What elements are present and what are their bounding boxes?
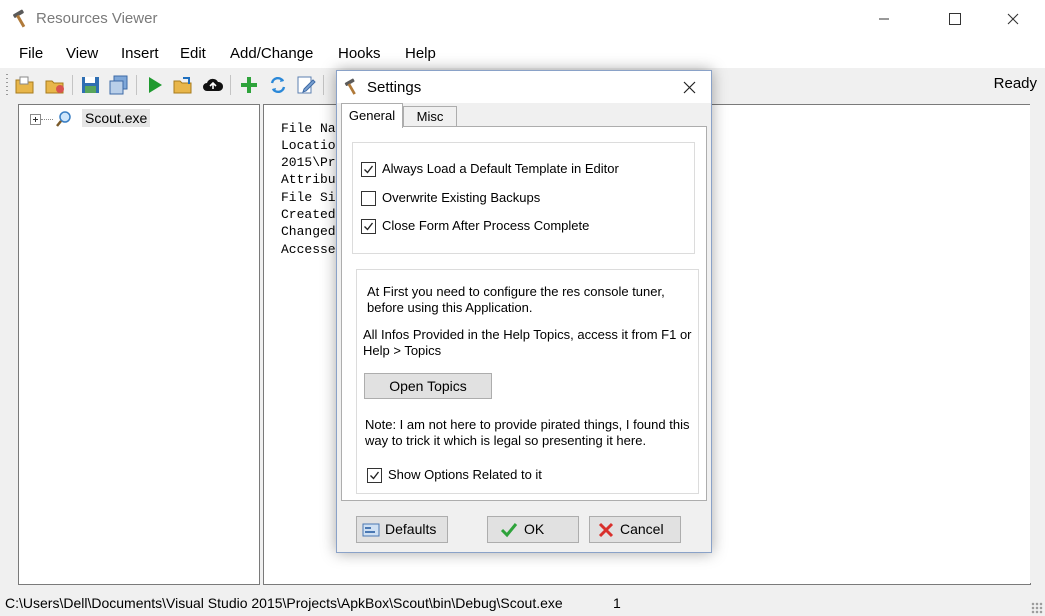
menu-view[interactable]: View (66, 45, 98, 62)
cancel-label: Cancel (620, 521, 664, 537)
defaults-label: Defaults (385, 521, 437, 537)
status-ready: Ready (993, 75, 1037, 92)
detail-line: Attribu (281, 172, 336, 187)
maximize-icon (949, 13, 961, 25)
menu-add-change[interactable]: Add/Change (230, 45, 313, 62)
menu-insert[interactable]: Insert (121, 45, 159, 62)
tab-misc[interactable]: Misc (403, 106, 457, 127)
option-label: Close Form After Process Complete (382, 218, 590, 233)
refresh-icon (270, 76, 286, 94)
add-button[interactable] (238, 74, 260, 96)
title-bar: Resources Viewer (0, 0, 1045, 38)
export-folder-icon (173, 77, 192, 94)
open-topics-button[interactable]: Open Topics (364, 373, 492, 399)
resource-tree[interactable]: Scout.exe (18, 104, 260, 585)
detail-line: File Na (281, 121, 336, 136)
save-button[interactable] (80, 74, 102, 96)
menu-edit[interactable]: Edit (180, 45, 206, 62)
tree-item-scout[interactable]: Scout.exe (82, 109, 151, 127)
settings-dialog: Settings General Misc Always Load a Defa… (336, 70, 712, 553)
upload-cloud-button[interactable] (202, 74, 224, 96)
option-label: Overwrite Existing Backups (382, 190, 541, 205)
menu-file[interactable]: File (19, 45, 43, 62)
close-icon (683, 81, 696, 94)
option-label: Show Options Related to it (388, 467, 542, 482)
note-text: Note: I am not here to provide pirated t… (365, 417, 690, 448)
toolbar-separator (72, 75, 73, 95)
tree-expand-toggle[interactable] (30, 114, 41, 125)
maximize-button[interactable] (932, 0, 978, 38)
menu-help[interactable]: Help (405, 45, 436, 62)
cancel-button[interactable]: Cancel (589, 516, 681, 543)
open-file-icon (45, 80, 64, 94)
defaults-button[interactable]: Defaults (356, 516, 448, 543)
checkmark-icon (500, 523, 518, 538)
checkmark-icon (364, 222, 374, 231)
add-icon (241, 77, 257, 93)
toolbar-separator (230, 75, 231, 95)
options-group: Always Load a Default Template in Editor… (352, 142, 695, 254)
magnifier-icon (56, 111, 71, 127)
tab-general-label: General (348, 108, 396, 123)
status-bar: C:\Users\Dell\Documents\Visual Studio 20… (0, 587, 1045, 616)
minimize-icon (879, 18, 889, 20)
save-as-button[interactable] (108, 74, 130, 96)
save-icon (82, 77, 99, 93)
checkbox[interactable] (361, 162, 376, 177)
cancel-icon (598, 522, 614, 538)
option-label: Always Load a Default Template in Editor (382, 161, 619, 176)
checkbox[interactable] (361, 191, 376, 206)
open-file-button[interactable] (44, 74, 66, 96)
menu-bar: File View Insert Edit Add/Change Hooks H… (0, 38, 1045, 68)
general-tab-panel: Always Load a Default Template in Editor… (341, 126, 707, 501)
detail-line: Accesse (281, 242, 336, 257)
close-button[interactable] (990, 0, 1036, 38)
tree-connector (41, 119, 53, 120)
defaults-icon (362, 523, 380, 537)
dialog-title-bar[interactable]: Settings (337, 71, 711, 103)
save-as-icon (109, 75, 128, 95)
hammer-icon (344, 78, 356, 95)
tab-general[interactable]: General (341, 103, 403, 128)
detail-line: File Si (281, 190, 336, 205)
checkmark-icon (370, 471, 380, 480)
toolbar-grip[interactable] (6, 74, 8, 96)
detail-line: 2015\Pr (281, 155, 336, 170)
status-count: 1 (613, 595, 621, 611)
detail-line: Locatio (281, 138, 336, 153)
detail-line: Created (281, 207, 336, 222)
info-help-text: All Infos Provided in the Help Topics, a… (363, 327, 692, 358)
dialog-title: Settings (367, 79, 422, 96)
resize-grip[interactable] (1031, 602, 1043, 614)
edit-icon (297, 76, 316, 94)
close-icon (1007, 13, 1019, 25)
upload-cloud-icon (203, 78, 224, 91)
dialog-close-button[interactable] (667, 71, 711, 103)
refresh-button[interactable] (267, 74, 289, 96)
open-topics-label: Open Topics (389, 378, 467, 394)
info-group: At First you need to configure the res c… (356, 269, 699, 494)
info-configure-text: At First you need to configure the res c… (367, 284, 665, 315)
details-scrollbar[interactable] (1030, 104, 1045, 583)
detail-line: Changed (281, 224, 336, 239)
open-folder-button[interactable] (14, 74, 36, 96)
toolbar-separator (136, 75, 137, 95)
checkbox[interactable] (361, 219, 376, 234)
tab-misc-label: Misc (416, 109, 444, 124)
menu-hooks[interactable]: Hooks (338, 45, 381, 62)
open-folder-icon (15, 76, 34, 94)
toolbar-separator (323, 75, 324, 95)
ok-button[interactable]: OK (487, 516, 579, 543)
hammer-icon (13, 9, 26, 28)
status-file-path: C:\Users\Dell\Documents\Visual Studio 20… (5, 595, 563, 611)
run-icon (149, 77, 162, 93)
checkmark-icon (364, 165, 374, 174)
edit-button[interactable] (295, 74, 317, 96)
window-title: Resources Viewer (36, 10, 158, 27)
run-button[interactable] (144, 74, 166, 96)
minimize-button[interactable] (861, 0, 907, 38)
export-folder-button[interactable] (172, 74, 194, 96)
checkbox[interactable] (367, 468, 382, 483)
ok-label: OK (524, 521, 545, 537)
